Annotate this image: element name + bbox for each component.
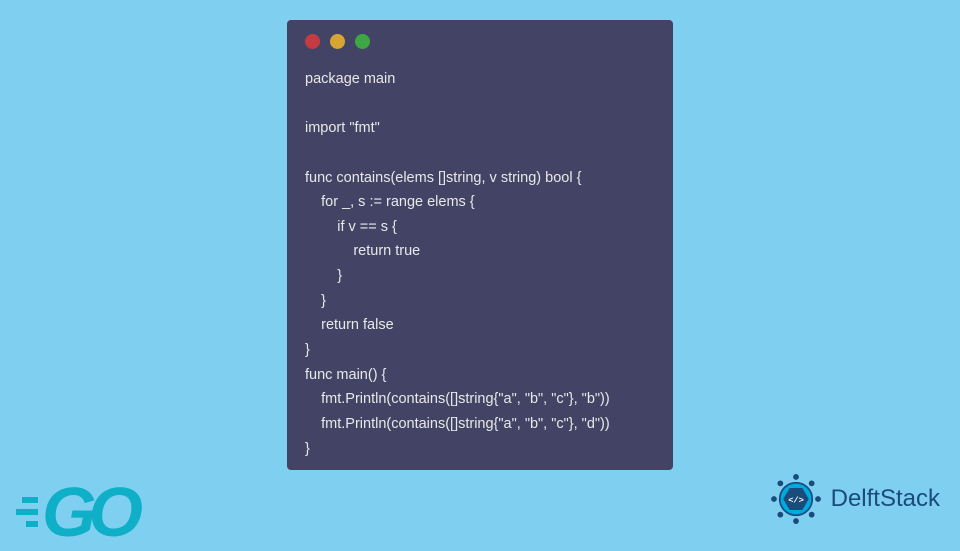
delftstack-logo-text: DelftStack — [831, 485, 940, 513]
go-logo: GO — [10, 484, 135, 540]
window-controls — [305, 34, 655, 49]
code-content: package main import "fmt" func contains(… — [305, 67, 655, 461]
go-logo-text: GO — [42, 484, 135, 540]
go-speed-lines-icon — [10, 497, 38, 527]
maximize-dot-icon — [355, 34, 370, 49]
minimize-dot-icon — [330, 34, 345, 49]
svg-text:</>: </> — [788, 495, 804, 505]
delftstack-logo: </> DelftStack — [767, 470, 940, 528]
delftstack-icon: </> — [767, 470, 825, 528]
close-dot-icon — [305, 34, 320, 49]
code-window: package main import "fmt" func contains(… — [287, 20, 673, 470]
